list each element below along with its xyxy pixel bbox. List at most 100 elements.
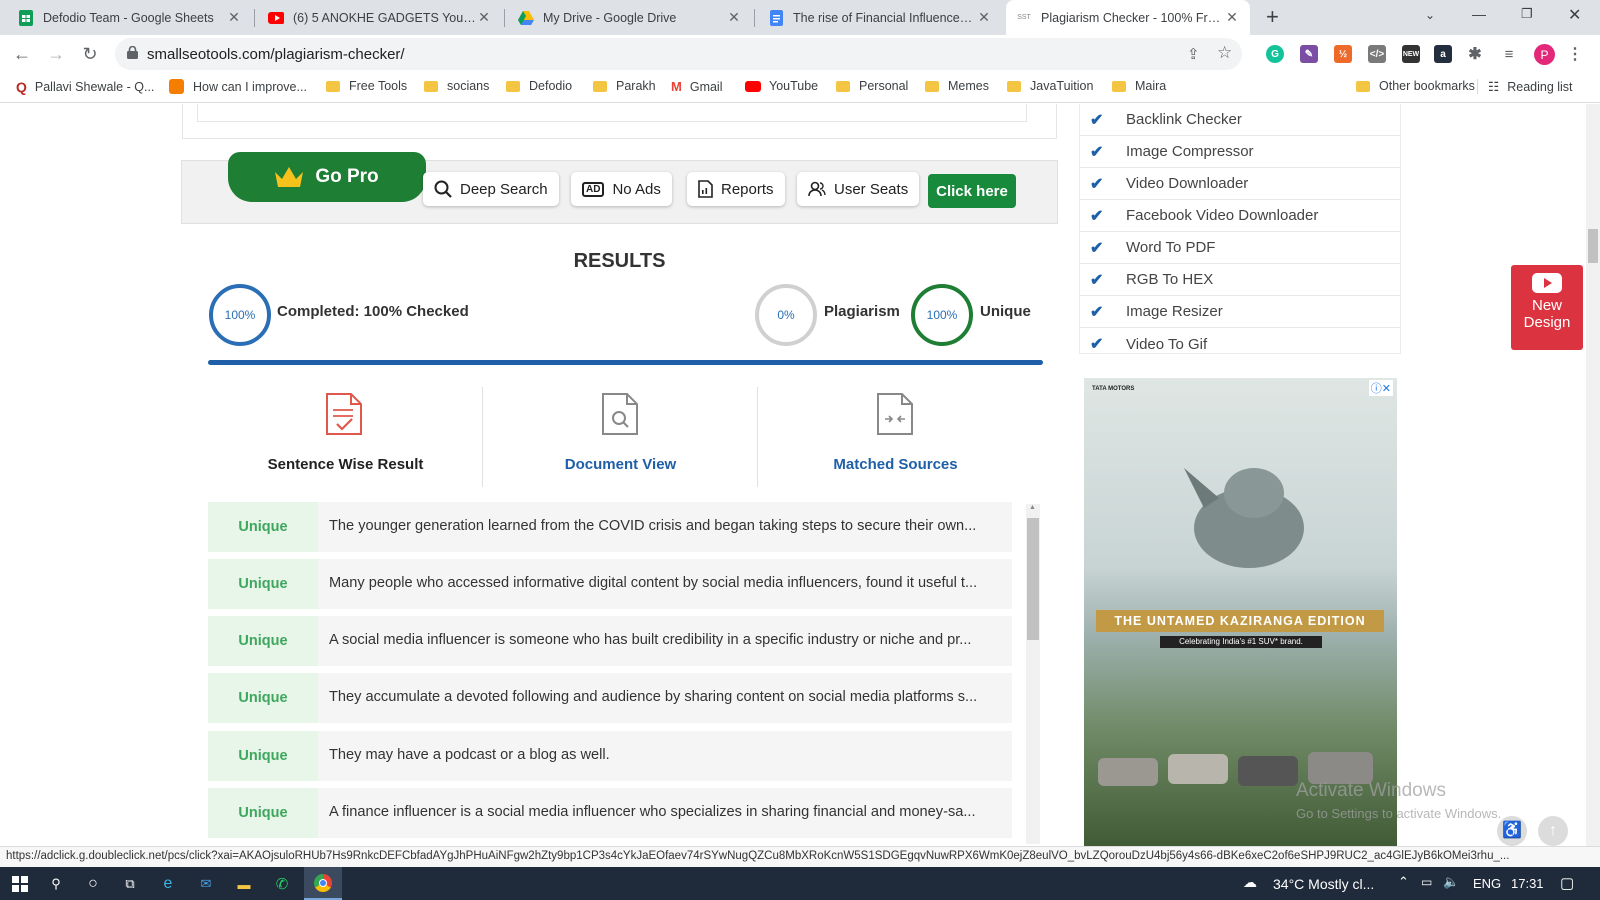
ad-choices-icon[interactable]: ⓘ✕ (1368, 380, 1393, 396)
bookmark-folder-free-tools[interactable]: Free Tools (326, 79, 407, 93)
tray-chevron-icon[interactable]: ⌃ (1398, 874, 1409, 890)
tab-google-drive[interactable]: My Drive - Google Drive ✕ (508, 0, 752, 35)
tool-link-video-to-gif[interactable]: ✔ Video To Gif (1080, 328, 1400, 360)
scroll-top-icon[interactable]: ↑ (1538, 816, 1568, 846)
tool-link-facebook-video-downloader[interactable]: ✔ Facebook Video Downloader (1080, 200, 1400, 232)
battery-icon[interactable]: ▭ (1421, 875, 1432, 889)
chrome-menu-icon[interactable]: ⋮ (1566, 45, 1584, 63)
tab-google-docs[interactable]: The rise of Financial Influencers - G ✕ (758, 0, 1002, 35)
tool-link-image-resizer[interactable]: ✔ Image Resizer (1080, 296, 1400, 328)
media-control-icon[interactable]: ≡ (1500, 45, 1518, 63)
minimize-icon[interactable]: — (1472, 6, 1486, 22)
close-tab-icon[interactable]: ✕ (226, 9, 242, 26)
share-icon[interactable]: ⇪ (1187, 45, 1200, 63)
close-window-icon[interactable]: ✕ (1568, 5, 1581, 25)
whatsapp-icon[interactable]: ✆ (271, 873, 293, 895)
tools-list: ✔ Backlink Checker ✔ Image Compressor ✔ Vid… (1079, 104, 1401, 354)
language-indicator[interactable]: ENG (1473, 876, 1501, 891)
extensions-puzzle-icon[interactable]: ✱ (1466, 45, 1484, 63)
bookmark-star-icon[interactable]: ☆ (1217, 43, 1232, 63)
bookmark-folder-javatuition[interactable]: JavaTuition (1007, 79, 1093, 93)
accessibility-icon[interactable]: ♿ (1497, 816, 1527, 846)
tab-sentence-wise-result[interactable]: Sentence Wise Result (208, 384, 483, 484)
reading-list[interactable]: ☷ Reading list (1477, 79, 1573, 94)
results-scrollbar[interactable]: ▲ (1026, 504, 1040, 844)
bookmark-label: Defodio (529, 79, 573, 93)
weather-text[interactable]: 34°C Mostly cl... (1273, 876, 1374, 892)
bookmark-quora[interactable]: Q Pallavi Shewale - Q... (16, 79, 154, 95)
result-row[interactable]: Unique They accumulate a devoted followin… (208, 673, 1012, 723)
user-seats-button[interactable]: User Seats (797, 172, 920, 206)
new-tab-button[interactable]: + (1266, 4, 1279, 30)
code-extension-icon[interactable]: </> (1368, 45, 1386, 63)
task-view-icon[interactable]: ⧉ (119, 873, 141, 895)
back-icon[interactable]: ← (10, 42, 34, 66)
other-bookmarks[interactable]: Other bookmarks (1356, 79, 1475, 93)
color-picker-extension-icon[interactable]: ✎ (1300, 45, 1318, 63)
chrome-taskbar-button[interactable] (304, 867, 342, 900)
advertisement[interactable]: TATA MOTORS ⓘ✕ THE UNTAMED KAZIRANGA EDI… (1084, 378, 1397, 846)
ad-headline: THE UNTAMED KAZIRANGA EDITION (1096, 610, 1384, 632)
profile-avatar[interactable]: P (1534, 44, 1555, 65)
result-row[interactable]: Unique A social media influencer is someo… (208, 616, 1012, 666)
tool-link-word-to-pdf[interactable]: ✔ Word To PDF (1080, 232, 1400, 264)
volume-icon[interactable]: 🔈 (1443, 874, 1459, 890)
amazon-extension-icon[interactable]: a (1434, 45, 1452, 63)
mail-icon[interactable]: ✉ (195, 873, 217, 895)
address-bar[interactable]: smallseotools.com/plagiarism-checker/ ⇪ … (115, 38, 1242, 70)
deep-search-button[interactable]: Deep Search (423, 172, 559, 206)
result-row[interactable]: Unique A finance influencer is a social m… (208, 788, 1012, 838)
bookmark-youtube[interactable]: YouTube (745, 79, 818, 93)
close-tab-icon[interactable]: ✕ (476, 9, 492, 26)
results-heading: RESULTS (573, 250, 666, 272)
click-here-button[interactable]: Click here (928, 174, 1016, 208)
grammarly-extension-icon[interactable]: G (1266, 45, 1284, 63)
close-tab-icon[interactable]: ✕ (976, 9, 992, 26)
tab-label: Document View (564, 456, 677, 473)
ad-subline: Celebrating India's #1 SUV* brand. (1160, 636, 1322, 648)
result-row[interactable]: Unique They may have a podcast or a blog … (208, 731, 1012, 781)
tab-document-view[interactable]: Document View (483, 384, 758, 484)
quora-icon: Q (16, 79, 27, 95)
edge-icon[interactable]: e (157, 873, 179, 895)
no-ads-button[interactable]: AD No Ads (571, 172, 672, 206)
restore-icon[interactable]: ❐ (1521, 6, 1533, 22)
weather-icon[interactable]: ☁ (1243, 874, 1257, 891)
result-row[interactable]: Unique Many people who accessed informati… (208, 559, 1012, 609)
bookmark-folder-personal[interactable]: Personal (836, 79, 908, 93)
new-design-button[interactable]: New Design (1511, 265, 1583, 350)
page-scrollbar[interactable] (1586, 104, 1600, 846)
tool-link-backlink-checker[interactable]: ✔ Backlink Checker (1080, 104, 1400, 136)
bookmark-folder-defodio[interactable]: Defodio (506, 79, 572, 93)
forward-icon[interactable]: → (44, 42, 68, 66)
gopro-badge[interactable]: Go Pro (228, 152, 426, 202)
search-icon[interactable]: ⚲ (45, 873, 67, 895)
bookmark-folder-socians[interactable]: socians (424, 79, 489, 93)
tab-youtube[interactable]: (6) 5 ANOKHE GADGETS You NEVER ✕ (258, 0, 502, 35)
new-extension-icon[interactable]: NEW (1402, 45, 1420, 63)
youtube-icon (268, 10, 284, 26)
file-explorer-icon[interactable]: ▬ (233, 873, 255, 895)
sh-extension-icon[interactable]: ½ (1334, 45, 1352, 63)
tab-plagiarism-checker[interactable]: SST Plagiarism Checker - 100% Free On ✕ (1006, 0, 1250, 35)
bookmark-folder-maira[interactable]: Maira (1112, 79, 1166, 93)
bookmark-gmail[interactable]: M Gmail (671, 79, 723, 94)
close-tab-icon[interactable]: ✕ (1224, 9, 1240, 26)
bookmark-folder-memes[interactable]: Memes (925, 79, 989, 93)
notifications-icon[interactable]: ▢ (1560, 874, 1574, 892)
close-tab-icon[interactable]: ✕ (726, 9, 742, 26)
clock[interactable]: 17:31 (1511, 876, 1544, 891)
tab-matched-sources[interactable]: Matched Sources (758, 384, 1033, 484)
tool-link-video-downloader[interactable]: ✔ Video Downloader (1080, 168, 1400, 200)
reports-button[interactable]: Reports (687, 172, 785, 206)
tab-google-sheets[interactable]: Defodio Team - Google Sheets ✕ (8, 0, 252, 35)
bookmark-blogger[interactable]: How can I improve... (169, 79, 307, 94)
reload-icon[interactable]: ↻ (78, 42, 102, 66)
windows-start-icon[interactable] (9, 873, 31, 895)
bookmark-folder-parakh[interactable]: Parakh (593, 79, 656, 93)
result-row[interactable]: Unique The younger generation learned fro… (208, 502, 1012, 552)
cortana-icon[interactable]: ○ (82, 873, 104, 895)
tab-search-icon[interactable]: ⌄ (1425, 8, 1435, 22)
tool-link-rgb-to-hex[interactable]: ✔ RGB To HEX (1080, 264, 1400, 296)
tool-link-image-compressor[interactable]: ✔ Image Compressor (1080, 136, 1400, 168)
